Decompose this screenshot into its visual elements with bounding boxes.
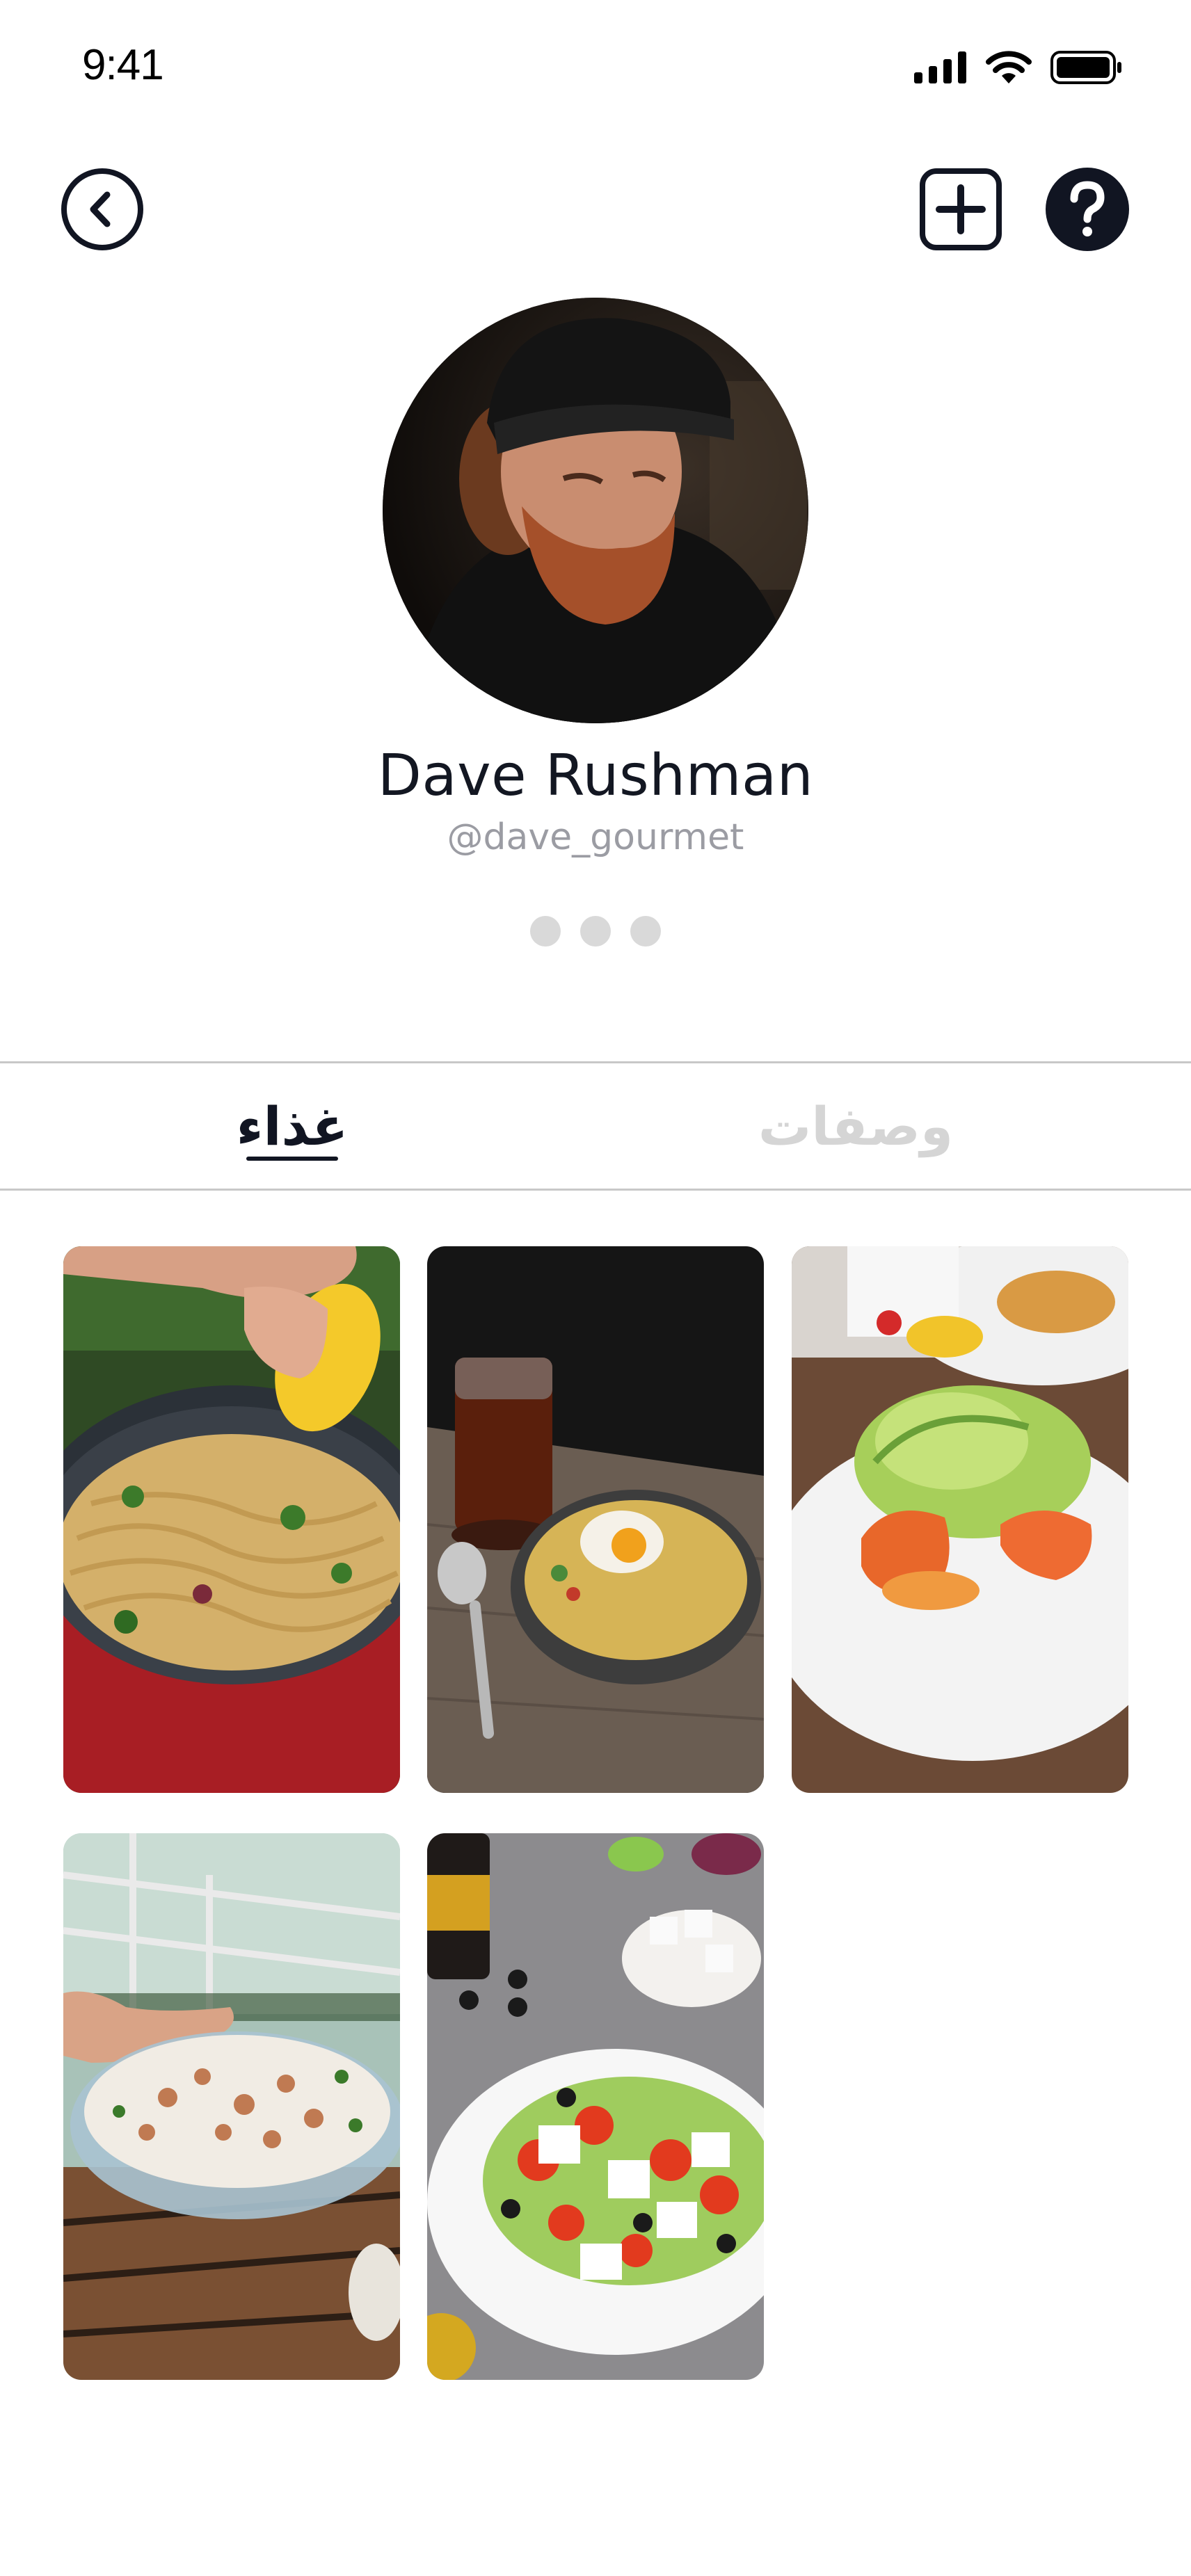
salmon-salad-plate-photo xyxy=(792,1246,1128,1793)
add-button[interactable] xyxy=(918,167,1003,252)
active-tab-indicator xyxy=(246,1157,338,1161)
avatar-photo xyxy=(383,298,808,723)
battery-icon xyxy=(1050,51,1121,84)
plus-square-icon xyxy=(920,168,1002,250)
more-dots-icon xyxy=(530,916,561,947)
greek-salad-plate-photo xyxy=(427,1833,764,2380)
question-circle-icon xyxy=(1046,168,1129,251)
more-options-button[interactable] xyxy=(530,914,661,949)
status-time: 9:41 xyxy=(82,41,164,89)
profile-name: Dave Rushman xyxy=(377,743,814,809)
pasta-pan-lemon-photo xyxy=(63,1246,400,1793)
tab-recipes[interactable]: وصفات xyxy=(751,1063,960,1189)
more-dots-icon xyxy=(630,916,661,947)
tab-food-label: غذاء xyxy=(236,1095,349,1157)
photo-tile-2[interactable] xyxy=(427,1246,764,1793)
more-dots-icon xyxy=(580,916,611,947)
profile-handle: @dave_gourmet xyxy=(447,816,744,858)
help-button[interactable] xyxy=(1045,167,1130,252)
content-tabs: غذاء وصفات xyxy=(0,1061,1191,1191)
wifi-icon xyxy=(986,51,1032,83)
rice-salad-bowl-photo xyxy=(63,1833,400,2380)
signal-icon xyxy=(914,51,966,83)
status-bar: 9:41 xyxy=(0,0,1191,139)
tab-recipes-label: وصفات xyxy=(758,1095,954,1157)
tab-food[interactable]: غذاء xyxy=(209,1063,376,1189)
photo-tile-4[interactable] xyxy=(63,1833,400,2380)
photo-tile-5[interactable] xyxy=(427,1833,764,2380)
photo-tile-3[interactable] xyxy=(792,1246,1128,1793)
photo-tile-1[interactable] xyxy=(63,1246,400,1793)
egg-noodle-bowl-photo xyxy=(427,1246,764,1793)
profile-avatar[interactable] xyxy=(383,298,808,723)
status-icons xyxy=(914,50,1123,85)
back-button[interactable] xyxy=(60,167,145,252)
chevron-left-circle-icon xyxy=(61,168,143,250)
